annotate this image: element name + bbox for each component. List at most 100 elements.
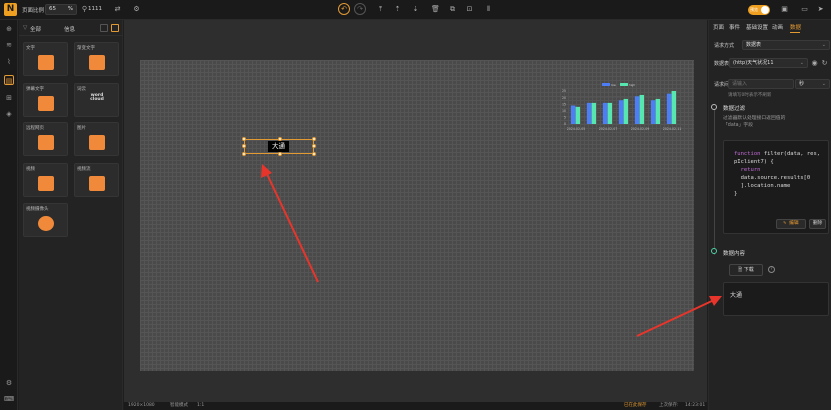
keyboard-icon[interactable]: ⌨ bbox=[4, 394, 14, 404]
text-component-content: 大通 bbox=[268, 141, 289, 152]
monitor-icon[interactable]: ▭ bbox=[800, 5, 809, 14]
save-icon[interactable]: ▣ bbox=[780, 5, 789, 14]
tab-animation[interactable]: 动画 bbox=[772, 23, 783, 31]
component-card-video-stream[interactable]: 视频流 bbox=[74, 163, 119, 197]
gear-icon[interactable]: ⚙ bbox=[132, 5, 141, 14]
request-label: 请求方式 bbox=[714, 43, 735, 49]
component-card-wordcloud[interactable]: 词云 word cloud bbox=[74, 83, 119, 117]
align-icon[interactable]: ⫴ bbox=[484, 5, 493, 14]
bar bbox=[623, 98, 629, 124]
redo-button[interactable]: ↷ bbox=[354, 3, 366, 15]
code-line: ].location.name bbox=[734, 183, 791, 189]
resize-handle[interactable] bbox=[278, 152, 282, 156]
preview-toggle[interactable]: 预览 bbox=[748, 5, 770, 15]
delete-button[interactable]: 删除 bbox=[809, 219, 826, 229]
undo-button[interactable]: ↶ bbox=[338, 3, 350, 15]
legend-swatch bbox=[602, 83, 610, 86]
layers-icon[interactable]: ≋ bbox=[4, 40, 14, 50]
zoom-input[interactable]: 65 % bbox=[45, 4, 77, 15]
selected-text-component[interactable]: 大通 bbox=[242, 137, 316, 156]
panel-tabs: ▽ 全部 信息 bbox=[19, 20, 123, 36]
swap-icon[interactable]: ⇄ bbox=[113, 5, 122, 14]
publish-icon[interactable]: ➤ bbox=[816, 5, 825, 14]
save-state: 已在此保存 bbox=[624, 403, 647, 408]
send-back-icon[interactable]: ⇣ bbox=[411, 5, 420, 14]
list-view-button[interactable] bbox=[100, 24, 108, 32]
resize-handle[interactable] bbox=[312, 137, 316, 141]
wordcloud-icon: word cloud bbox=[90, 93, 104, 102]
filter-icon[interactable]: ▽ bbox=[23, 25, 27, 31]
page-size[interactable]: 1111 bbox=[88, 6, 102, 12]
zoom-label: 页面比例 bbox=[22, 8, 45, 14]
help-icon[interactable]: ? bbox=[768, 266, 775, 273]
interval-unit-select[interactable]: 秒 ⌄ bbox=[795, 79, 830, 89]
edit-button[interactable]: ✎ 编辑 bbox=[776, 219, 806, 229]
video-icon bbox=[38, 176, 54, 191]
component-card-camera[interactable]: 视频摄像头 bbox=[23, 203, 68, 237]
add-icon[interactable]: ⊕ bbox=[4, 24, 14, 34]
chart-icon[interactable]: ⌇ bbox=[4, 57, 14, 67]
canvas-workspace: 0 5 10 15 20 25 low high 2024-02-05 2024-02-07 202… bbox=[124, 20, 707, 402]
eye-icon[interactable]: ◉ bbox=[810, 59, 819, 68]
media-icon[interactable]: ▤ bbox=[4, 75, 14, 85]
request-method-select[interactable]: 数据表 ⌄ bbox=[742, 40, 830, 50]
ungroup-icon[interactable]: ⊡ bbox=[465, 5, 474, 14]
bar bbox=[575, 106, 581, 124]
tab-info[interactable]: 信息 bbox=[64, 25, 75, 33]
legend-swatch bbox=[620, 83, 628, 86]
data-result-text: 大通 bbox=[730, 292, 743, 299]
content-title: 数据内容 bbox=[723, 251, 746, 257]
component-card-video[interactable]: 视频 bbox=[23, 163, 68, 197]
component-card-gradient-text[interactable]: 渐变文字 bbox=[74, 42, 119, 76]
group-icon[interactable]: ⧉ bbox=[448, 5, 457, 14]
component-card-webpage[interactable]: 远程网页 bbox=[23, 122, 68, 156]
component-card-text[interactable]: 文字 bbox=[23, 42, 68, 76]
design-canvas[interactable]: 0 5 10 15 20 25 low high 2024-02-05 2024-02-07 202… bbox=[140, 60, 694, 371]
filter-title: 数据过滤 bbox=[723, 106, 746, 112]
interval-hint: 请填写0时表示不刷新 bbox=[728, 93, 772, 98]
resize-handle[interactable] bbox=[312, 144, 316, 148]
legend-label: high bbox=[629, 83, 635, 87]
filter-desc-2: 「data」字段 bbox=[723, 123, 753, 128]
chevron-down-icon: ⌄ bbox=[799, 60, 804, 66]
datasource-select[interactable]: (http)天气状况11 ⌄ bbox=[729, 58, 808, 68]
resize-handle[interactable] bbox=[242, 144, 246, 148]
settings-icon[interactable]: ⚙ bbox=[4, 378, 14, 388]
filter-code-editor[interactable]: function filter(data, res, pIclient7) { … bbox=[723, 140, 829, 234]
grid-view-button[interactable] bbox=[111, 24, 119, 32]
mode[interactable]: 智能模式 bbox=[170, 402, 188, 410]
y-tick-label: 5 bbox=[564, 116, 566, 120]
y-tick-label: 20 bbox=[562, 96, 566, 100]
delete-icon[interactable]: 🗑 bbox=[431, 5, 440, 14]
tab-all[interactable]: 全部 bbox=[30, 25, 41, 33]
upload-icon[interactable]: ⤒ bbox=[376, 5, 385, 14]
shapes-icon[interactable]: ◈ bbox=[4, 109, 14, 119]
top-toolbar: N 页面比例 65 % ⚲ 1111 ⇄ ⚙ ↶ ↷ ⤒ ⇡ ⇣ 🗑 ⧉ ⊡ ⫴… bbox=[0, 0, 831, 20]
component-card-image[interactable]: 图片 bbox=[74, 122, 119, 156]
download-button[interactable]: 🗎 下载 bbox=[729, 264, 763, 276]
bring-front-icon[interactable]: ⇡ bbox=[393, 5, 402, 14]
resize-handle[interactable] bbox=[242, 137, 246, 141]
y-tick-label: 25 bbox=[562, 89, 566, 93]
tab-page[interactable]: 页面 bbox=[713, 23, 724, 31]
x-tick-label: 2024-02-07 bbox=[599, 127, 618, 131]
webpage-icon bbox=[38, 135, 54, 150]
legend-label: low bbox=[611, 83, 616, 87]
component-card-barrage[interactable]: 弹幕文字 bbox=[23, 83, 68, 117]
step-dot-active bbox=[711, 248, 717, 254]
bar bbox=[570, 105, 576, 124]
app-logo: N bbox=[4, 3, 17, 16]
resize-handle[interactable] bbox=[242, 152, 246, 156]
refresh-icon[interactable]: ↻ bbox=[820, 59, 829, 68]
bar bbox=[607, 102, 613, 124]
tab-basic[interactable]: 基础设置 bbox=[746, 23, 768, 31]
y-tick-label: 15 bbox=[562, 102, 566, 106]
bar bbox=[671, 91, 677, 124]
bar-chart-widget[interactable]: 0 5 10 15 20 25 low high 2024-02-05 2024-02-07 202… bbox=[558, 81, 684, 133]
tab-data[interactable]: 数据 bbox=[790, 23, 801, 31]
interval-input[interactable]: 请输入 bbox=[728, 79, 794, 89]
resize-handle[interactable] bbox=[312, 152, 316, 156]
table-icon[interactable]: ⊞ bbox=[4, 93, 14, 103]
zoom-value: 65 bbox=[49, 6, 56, 12]
tab-event[interactable]: 事件 bbox=[729, 23, 740, 31]
